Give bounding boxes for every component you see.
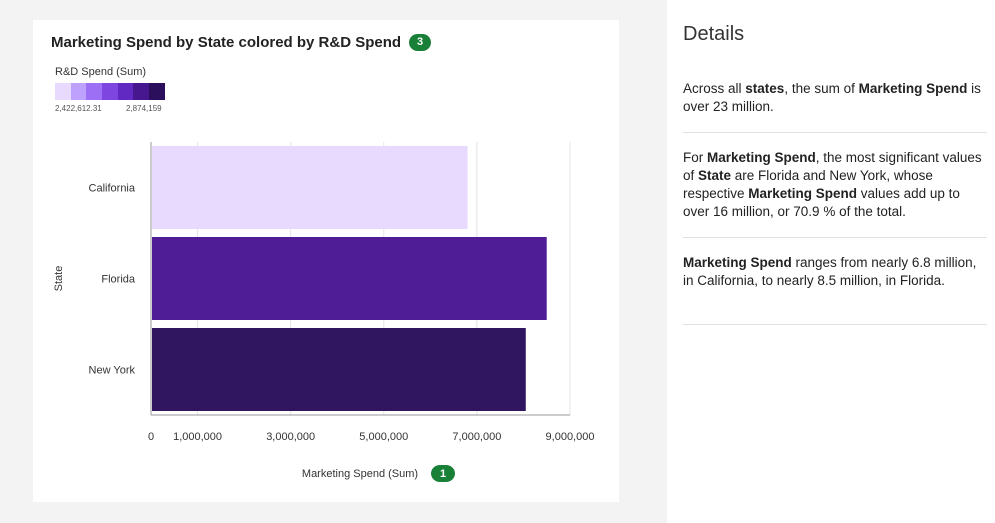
- bar-new-york[interactable]: [152, 328, 526, 411]
- divider: [683, 132, 987, 133]
- x-tick-label: 7,000,000: [452, 431, 501, 443]
- divider: [683, 324, 987, 325]
- chart-card: Marketing Spend by State colored by R&D …: [33, 20, 619, 502]
- x-tick-label: 9,000,000: [546, 431, 595, 443]
- bar-florida[interactable]: [152, 237, 547, 320]
- insight-significant: For Marketing Spend, the most significan…: [683, 150, 982, 219]
- x-tick-label: 0: [148, 431, 154, 443]
- x-tick-label: 5,000,000: [359, 431, 408, 443]
- bar-california[interactable]: [152, 146, 468, 229]
- divider: [683, 237, 987, 238]
- y-category-label: New York: [89, 365, 136, 377]
- x-tick-label: 3,000,000: [266, 431, 315, 443]
- x-tick-label: 1,000,000: [173, 431, 222, 443]
- y-category-label: California: [89, 183, 136, 195]
- bar-chart: 0 1,000,000 3,000,000 5,000,000 7,000,000 9,0…: [53, 142, 595, 482]
- details-title: Details: [683, 23, 745, 45]
- x-axis-title: Marketing Spend (Sum): [302, 468, 418, 480]
- y-category-label: Florida: [101, 274, 136, 286]
- x-axis-badge-text: 1: [440, 468, 446, 480]
- x-axis-badge[interactable]: 1: [431, 465, 455, 482]
- insight-total: Across all states, the sum of Marketing …: [683, 81, 981, 114]
- insight-range: Marketing Spend ranges from nearly 6.8 m…: [683, 255, 977, 288]
- details-panel: Details Across all states, the sum of Ma…: [667, 0, 995, 523]
- y-axis-title: State: [53, 266, 65, 292]
